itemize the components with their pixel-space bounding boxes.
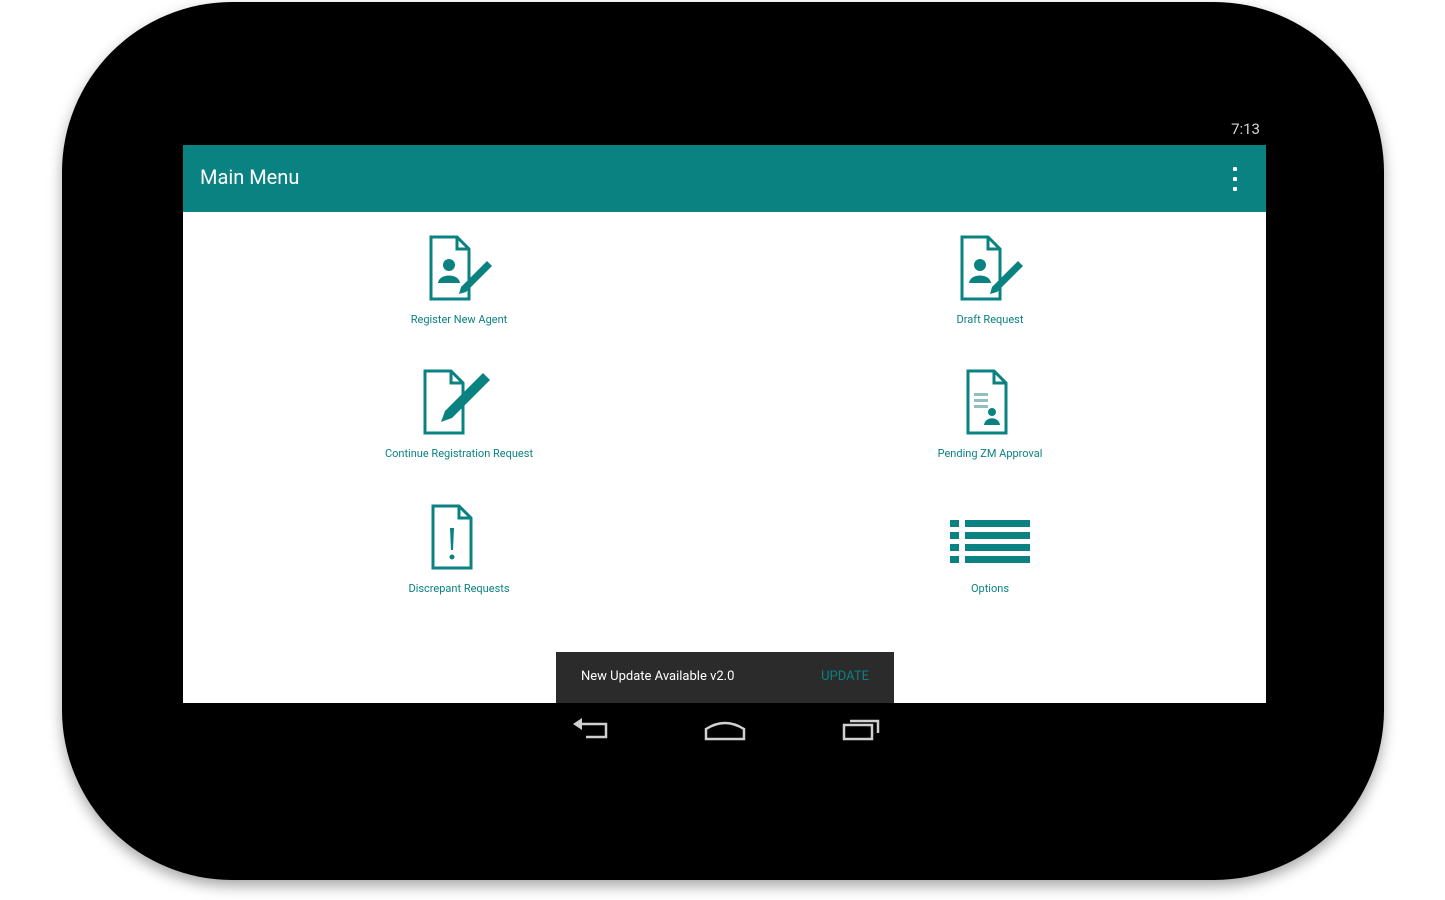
menu-item-label: Options [970, 582, 1010, 595]
menu-item-register-new-agent[interactable]: Register New Agent [329, 233, 589, 326]
menu-item-label: Register New Agent [410, 313, 508, 326]
menu-item-options[interactable]: Options [860, 502, 1120, 595]
app-bar: Main Menu [183, 145, 1266, 212]
menu-item-continue-registration[interactable]: Continue Registration Request [329, 367, 589, 460]
update-button[interactable]: UPDATE [821, 669, 869, 684]
menu-item-label: Draft Request [956, 313, 1024, 326]
list-icon [950, 520, 1030, 563]
menu-item-label: Pending ZM Approval [937, 447, 1043, 460]
pending-approval-icon [966, 369, 1008, 435]
draft-request-icon [960, 235, 1023, 301]
menu-item-draft-request[interactable]: Draft Request [860, 233, 1120, 326]
menu-item-pending-zm-approval[interactable]: Pending ZM Approval [860, 367, 1120, 460]
register-agent-icon [429, 235, 492, 301]
recents-icon[interactable] [840, 715, 882, 745]
more-vert-icon[interactable] [1229, 167, 1241, 191]
menu-item-discrepant-requests[interactable]: Discrepant Requests [329, 502, 589, 595]
page-title: Main Menu [200, 165, 300, 189]
app-screen: Main Menu Register New Agent Draft Reque… [183, 145, 1266, 703]
menu-item-label: Discrepant Requests [408, 582, 510, 595]
status-time: 7:13 [1231, 120, 1260, 138]
menu-item-label: Continue Registration Request [384, 447, 534, 460]
update-snackbar: New Update Available v2.0 UPDATE [556, 652, 894, 703]
edit-document-icon [423, 369, 490, 435]
discrepant-document-icon [431, 504, 473, 570]
snackbar-message: New Update Available v2.0 [581, 669, 735, 684]
home-icon[interactable] [703, 715, 747, 745]
back-icon[interactable] [570, 715, 610, 745]
